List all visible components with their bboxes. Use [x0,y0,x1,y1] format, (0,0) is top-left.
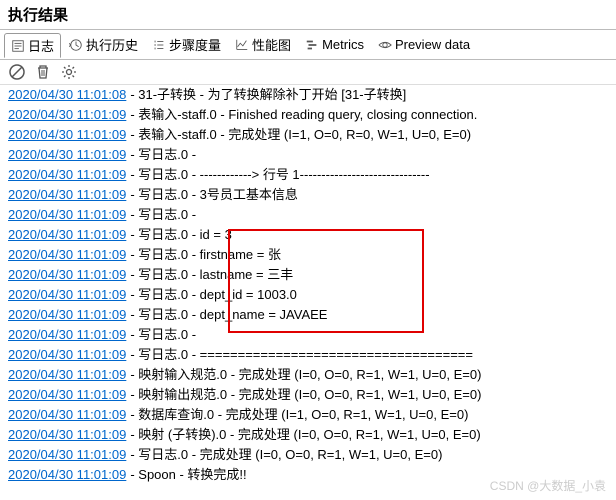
log-row: 2020/04/30 11:01:09- 映射 (子转换).0 - 完成处理 (… [8,425,608,445]
log-timestamp[interactable]: 2020/04/30 11:01:09 [8,205,126,225]
log-row: 2020/04/30 11:01:09- 写日志.0 - 3号员工基本信息 [8,185,608,205]
settings-button[interactable] [60,63,78,81]
log-timestamp[interactable]: 2020/04/30 11:01:09 [8,345,126,365]
log-msg: - 写日志.0 - ------------> 行号 1------------… [130,165,429,185]
log-timestamp[interactable]: 2020/04/30 11:01:09 [8,465,126,485]
tab-perf[interactable]: 性能图 [229,33,297,56]
tab-label: Metrics [322,37,364,52]
log-timestamp[interactable]: 2020/04/30 11:01:09 [8,185,126,205]
log-row: 2020/04/30 11:01:09- 映射输入规范.0 - 完成处理 (I=… [8,365,608,385]
log-row: 2020/04/30 11:01:09- 写日志.0 - dept_id = 1… [8,285,608,305]
tab-label: 步骤度量 [169,35,221,54]
log-msg: - 写日志.0 - 3号员工基本信息 [130,185,298,205]
log-row: 2020/04/30 11:01:09- 写日志.0 - 完成处理 (I=0, … [8,445,608,465]
log-msg: - 写日志.0 - dept_id = 1003.0 [130,285,297,305]
log-timestamp[interactable]: 2020/04/30 11:01:09 [8,305,126,325]
log-row: 2020/04/30 11:01:09- 写日志.0 - ===========… [8,345,608,365]
log-msg: - 31-子转换 - 为了转换解除补丁开始 [31-子转换] [130,85,406,105]
log-msg: - 写日志.0 - id = 3 [130,225,232,245]
log-row: 2020/04/30 11:01:09- 映射输出规范.0 - 完成处理 (I=… [8,385,608,405]
log-row: 2020/04/30 11:01:09- 写日志.0 - [8,145,608,165]
tab-metrics[interactable]: Metrics [299,35,370,54]
log-timestamp[interactable]: 2020/04/30 11:01:09 [8,445,126,465]
tab-label: 日志 [28,36,54,55]
log-timestamp[interactable]: 2020/04/30 11:01:09 [8,385,126,405]
tab-label: 性能图 [252,35,291,54]
log-row: 2020/04/30 11:01:09- 表输入-staff.0 - Finis… [8,105,608,125]
log-timestamp[interactable]: 2020/04/30 11:01:09 [8,125,126,145]
tab-history[interactable]: 执行历史 [63,33,144,56]
log-timestamp[interactable]: 2020/04/30 11:01:09 [8,325,126,345]
log-msg: - Spoon - 转换完成!! [130,465,246,485]
log-msg: - 映射输入规范.0 - 完成处理 (I=0, O=0, R=1, W=1, U… [130,365,481,385]
log-row: 2020/04/30 11:01:08- 31-子转换 - 为了转换解除补丁开始… [8,85,608,105]
toolbar [0,60,616,85]
history-icon [69,38,83,52]
chart-icon [235,38,249,52]
page-title: 执行结果 [0,0,616,30]
gantt-icon [305,38,319,52]
log-row: 2020/04/30 11:01:09- 写日志.0 - [8,325,608,345]
tab-log[interactable]: 日志 [4,33,61,58]
log-timestamp[interactable]: 2020/04/30 11:01:09 [8,105,126,125]
log-timestamp[interactable]: 2020/04/30 11:01:09 [8,165,126,185]
tab-bar: 日志 执行历史 步骤度量 性能图 Metrics Preview data [0,30,616,60]
trash-button[interactable] [34,63,52,81]
log-timestamp[interactable]: 2020/04/30 11:01:08 [8,85,126,105]
log-timestamp[interactable]: 2020/04/30 11:01:09 [8,265,126,285]
log-msg: - 写日志.0 - firstname = 张 [130,245,281,265]
log-row: 2020/04/30 11:01:09- 写日志.0 - firstname =… [8,245,608,265]
log-row: 2020/04/30 11:01:09- 写日志.0 - lastname = … [8,265,608,285]
log-timestamp[interactable]: 2020/04/30 11:01:09 [8,425,126,445]
log-timestamp[interactable]: 2020/04/30 11:01:09 [8,365,126,385]
stop-button[interactable] [8,63,26,81]
log-msg: - 映射 (子转换).0 - 完成处理 (I=0, O=0, R=1, W=1,… [130,425,480,445]
log-msg: - 写日志.0 - dept_name = JAVAEE [130,305,327,325]
log-icon [11,39,25,53]
log-row: 2020/04/30 11:01:09- 数据库查询.0 - 完成处理 (I=1… [8,405,608,425]
tab-label: 执行历史 [86,35,138,54]
tab-label: Preview data [395,37,470,52]
log-row: 2020/04/30 11:01:09- 写日志.0 - [8,205,608,225]
log-row: 2020/04/30 11:01:09- 写日志.0 - id = 3 [8,225,608,245]
log-msg: - 写日志.0 - [130,205,196,225]
log-row: 2020/04/30 11:01:09- 写日志.0 - dept_name =… [8,305,608,325]
log-timestamp[interactable]: 2020/04/30 11:01:09 [8,225,126,245]
watermark: CSDN @大数据_小袁 [490,477,606,494]
log-msg: - 写日志.0 - lastname = 三丰 [130,265,293,285]
log-msg: - 写日志.0 - [130,325,196,345]
log-row: 2020/04/30 11:01:09- 写日志.0 - -----------… [8,165,608,185]
log-area: 2020/04/30 11:01:08- 31-子转换 - 为了转换解除补丁开始… [0,85,616,485]
log-msg: - 映射输出规范.0 - 完成处理 (I=0, O=0, R=1, W=1, U… [130,385,481,405]
log-msg: - 表输入-staff.0 - 完成处理 (I=1, O=0, R=0, W=1… [130,125,471,145]
log-msg: - 写日志.0 - 完成处理 (I=0, O=0, R=1, W=1, U=0,… [130,445,442,465]
log-timestamp[interactable]: 2020/04/30 11:01:09 [8,405,126,425]
log-timestamp[interactable]: 2020/04/30 11:01:09 [8,145,126,165]
log-timestamp[interactable]: 2020/04/30 11:01:09 [8,285,126,305]
log-msg: - 写日志.0 - ==============================… [130,345,473,365]
log-timestamp[interactable]: 2020/04/30 11:01:09 [8,245,126,265]
log-row: 2020/04/30 11:01:09- 表输入-staff.0 - 完成处理 … [8,125,608,145]
log-msg: - 表输入-staff.0 - Finished reading query, … [130,105,477,125]
log-msg: - 数据库查询.0 - 完成处理 (I=1, O=0, R=1, W=1, U=… [130,405,468,425]
log-msg: - 写日志.0 - [130,145,196,165]
eye-icon [378,38,392,52]
tab-preview[interactable]: Preview data [372,35,476,54]
tab-step-metrics[interactable]: 步骤度量 [146,33,227,56]
list-icon [152,38,166,52]
